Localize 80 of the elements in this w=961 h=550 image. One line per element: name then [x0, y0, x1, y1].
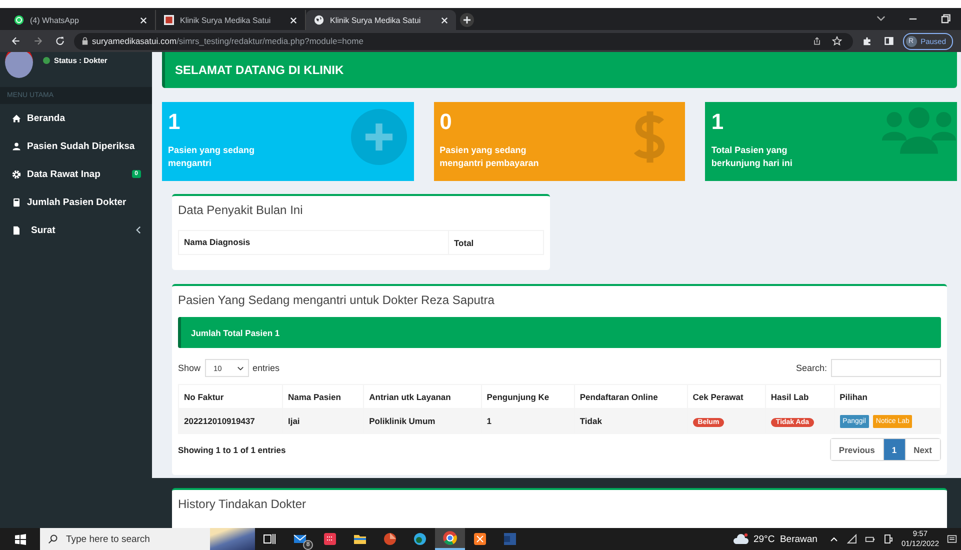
welcome-banner: SELAMAT DATANG DI KLINIK [162, 52, 957, 88]
search-label: Search: [796, 363, 827, 373]
page-button[interactable]: Next [904, 439, 940, 460]
browser-tab[interactable]: Klinik Surya Medika Satui [306, 10, 456, 30]
table-cell: 202212010919437 [184, 416, 255, 426]
round-logo-icon [442, 530, 458, 546]
info-label: Pasien yang sedang mengantri [168, 144, 256, 170]
back-icon[interactable] [11, 36, 21, 46]
user-icon [12, 142, 21, 150]
plus-icon [350, 108, 408, 166]
lock-icon [82, 37, 88, 45]
word-icon[interactable] [503, 532, 517, 546]
address-field[interactable]: suryamedikasatui.com/simrs_testing/redaktur/media.php?module=home [74, 32, 853, 50]
column-header: Pilihan [834, 384, 940, 408]
share-icon[interactable] [812, 36, 822, 46]
table-cell: 1 [486, 416, 492, 426]
server-app-icon[interactable] [473, 532, 487, 546]
presentation-app-icon[interactable] [383, 532, 397, 546]
caret-icon [236, 366, 244, 370]
forward-icon[interactable] [33, 36, 43, 46]
browser-app-icon[interactable] [413, 532, 427, 546]
panel-title: Data Penyakit Bulan Ini [178, 202, 304, 219]
reload-icon[interactable] [55, 36, 65, 46]
entries-info: Showing 1 to 1 of 1 entries [178, 444, 286, 454]
entries-label: entries [252, 363, 280, 373]
side-panel-icon[interactable] [884, 36, 894, 46]
menu-item[interactable]: Pasien Sudah Diperiksa [0, 132, 152, 160]
globe-icon [314, 15, 324, 25]
calculator-icon [12, 198, 21, 206]
chrome-taskbar-button[interactable] [435, 528, 465, 550]
mail-icon[interactable] [293, 532, 307, 546]
search-field[interactable] [831, 359, 941, 377]
landscape-picture [210, 528, 255, 550]
windows-icon[interactable] [15, 534, 26, 544]
taskbar-search-field[interactable]: Type here to search [40, 528, 255, 550]
info-label: Pasien yang sedang mengantri pembayaran [440, 144, 540, 170]
task-view-icon[interactable] [263, 532, 277, 546]
new-tab-icon[interactable] [460, 13, 474, 27]
network-icon[interactable] [847, 534, 858, 544]
device-icon[interactable] [883, 534, 894, 544]
folder-icon[interactable] [353, 532, 367, 546]
info-label: Total Pasien yang berkunjung hari ini [711, 144, 794, 170]
close-icon[interactable] [290, 16, 297, 24]
users-icon [881, 106, 958, 154]
info-value: 0 [440, 110, 453, 134]
table-cell: Ijai [288, 416, 300, 426]
close-icon[interactable] [140, 16, 147, 24]
picture-icon [164, 15, 174, 25]
total-callout: Jumlah Total Pasien 1 [178, 317, 941, 348]
menu-item[interactable]: Jumlah Pasien Dokter [0, 188, 152, 216]
panel-title: Pasien Yang Sedang mengantri untuk Dokter Reza Saputra [178, 292, 496, 309]
menu-item[interactable]: Surat [0, 216, 152, 244]
column-header: Nama Diagnosis [179, 231, 449, 254]
puzzle-icon[interactable] [862, 36, 872, 46]
file-icon [12, 226, 21, 234]
chat-icon [14, 15, 24, 25]
menu-item[interactable]: Beranda [0, 104, 152, 132]
gear-icon [12, 170, 21, 178]
weather-text[interactable]: 29°C Berawan [753, 534, 818, 544]
column-header: Antrian utk Layanan [364, 384, 482, 408]
calendar-icon[interactable] [323, 532, 337, 546]
table-cell: Tidak [580, 416, 602, 426]
column-header: No Faktur [178, 384, 282, 408]
column-header: Pendaftaran Online [574, 384, 688, 408]
avatar [5, 52, 33, 78]
info-value: 1 [168, 110, 182, 134]
search-icon [48, 534, 58, 544]
battery-icon[interactable] [865, 534, 876, 544]
page-button[interactable]: 1 [882, 439, 905, 460]
panel-title: History Tindakan Dokter [178, 496, 308, 513]
column-header: Total [453, 238, 474, 248]
info-value: 1 [711, 110, 725, 134]
table-cell: Poliklinik Umum [369, 416, 436, 426]
home-icon [12, 114, 21, 122]
close-icon[interactable] [441, 16, 448, 24]
star-icon[interactable] [832, 36, 842, 46]
cloud-icon [733, 533, 750, 545]
restore-icon[interactable] [939, 13, 951, 25]
notifications-icon[interactable] [947, 534, 957, 544]
show-label: Show [178, 363, 201, 373]
